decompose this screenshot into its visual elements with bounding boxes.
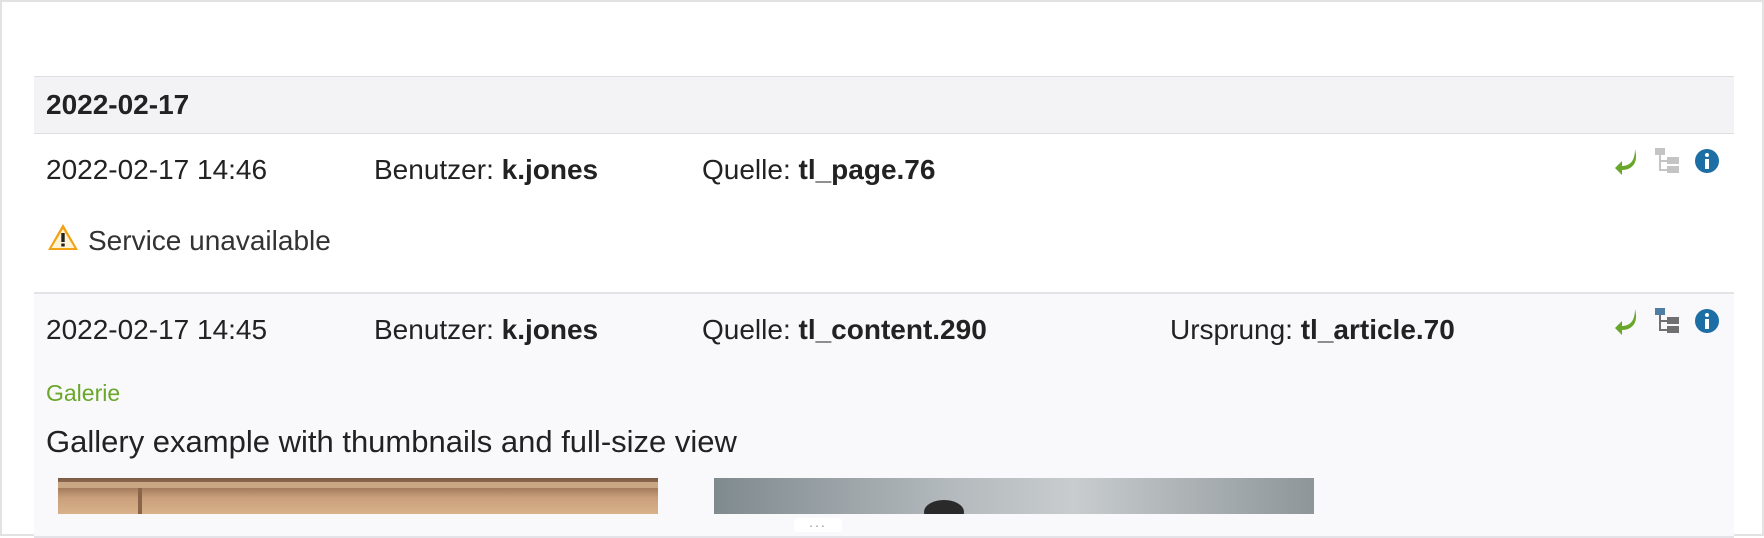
entry-actions — [1612, 306, 1722, 336]
entry-source: Quelle: tl_page.76 — [702, 154, 935, 186]
version-entry: 2022-02-17 14:45 Benutzer: k.jones Quell… — [34, 294, 1734, 538]
element-type: Galerie — [46, 380, 121, 406]
entry-datetime: 2022-02-17 14:45 — [46, 314, 268, 345]
source-value: tl_content.290 — [798, 314, 987, 345]
entry-meta: 2022-02-17 14:45 Benutzer: k.jones Quell… — [46, 306, 1734, 350]
origin-label: Ursprung: — [1170, 314, 1293, 345]
version-list-frame: 2022-02-17 2022-02-17 14:46 Benutzer: k.… — [0, 0, 1764, 538]
entry-message: Service unavailable — [46, 222, 331, 259]
tree-icon[interactable] — [1652, 146, 1682, 176]
entry-user: Benutzer: k.jones — [374, 154, 598, 186]
entry-origin: Ursprung: tl_article.70 — [1170, 314, 1455, 346]
entry-user: Benutzer: k.jones — [374, 314, 598, 346]
version-entry: 2022-02-17 14:46 Benutzer: k.jones Quell… — [34, 134, 1734, 294]
gallery-thumbnail — [58, 478, 658, 514]
entry-meta: 2022-02-17 14:46 Benutzer: k.jones Quell… — [46, 146, 1734, 190]
source-label: Quelle: — [702, 314, 791, 345]
entry-source: Quelle: tl_content.290 — [702, 314, 987, 346]
element-headline: Gallery example with thumbnails and full… — [46, 424, 737, 459]
origin-value: tl_article.70 — [1300, 314, 1455, 345]
message-text: Service unavailable — [88, 224, 331, 256]
user-label: Benutzer: — [374, 314, 494, 345]
info-icon[interactable] — [1692, 146, 1722, 176]
entry-actions — [1612, 146, 1722, 176]
restore-icon[interactable] — [1612, 306, 1642, 336]
restore-icon[interactable] — [1612, 146, 1642, 176]
user-label: Benutzer: — [374, 154, 494, 185]
date-group-header: 2022-02-17 — [34, 76, 1734, 134]
source-label: Quelle: — [702, 154, 791, 185]
gallery-thumbnail — [714, 478, 1314, 514]
tree-icon[interactable] — [1652, 306, 1682, 336]
source-value: tl_page.76 — [798, 154, 936, 185]
expand-preview-toggle[interactable]: ... — [794, 515, 842, 532]
user-value: k.jones — [501, 314, 599, 345]
date-group-label: 2022-02-17 — [46, 89, 190, 120]
entry-datetime: 2022-02-17 14:46 — [46, 154, 268, 185]
warning-icon — [46, 222, 80, 259]
user-value: k.jones — [501, 154, 599, 185]
info-icon[interactable] — [1692, 306, 1722, 336]
version-list: 2022-02-17 2022-02-17 14:46 Benutzer: k.… — [34, 76, 1734, 538]
